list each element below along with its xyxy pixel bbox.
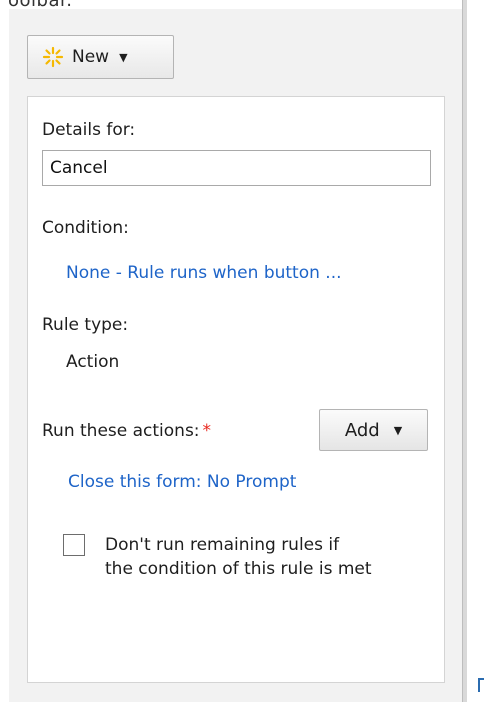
run-actions-text: Run these actions: bbox=[42, 421, 200, 441]
action-link[interactable]: Close this form: No Prompt bbox=[68, 472, 296, 492]
details-for-label: Details for: bbox=[42, 120, 136, 140]
chevron-down-icon: ▼ bbox=[393, 423, 403, 437]
sparkle-icon bbox=[42, 46, 64, 68]
chevron-down-icon: ▼ bbox=[119, 50, 128, 64]
rule-type-value: Action bbox=[66, 352, 120, 372]
checkbox-label-line1: Don't run remaining rules if bbox=[105, 535, 340, 555]
corner-mark-icon bbox=[478, 678, 484, 692]
condition-link[interactable]: None - Rule runs when button ... bbox=[66, 263, 342, 283]
condition-label: Condition: bbox=[42, 218, 129, 238]
new-rule-button[interactable]: New ▼ bbox=[27, 35, 174, 79]
checkbox-label: Don't run remaining rules if the conditi… bbox=[105, 533, 372, 581]
rule-type-label: Rule type: bbox=[42, 315, 129, 335]
run-actions-label: Run these actions: * bbox=[42, 421, 211, 441]
rule-name-input[interactable] bbox=[42, 150, 431, 186]
required-marker: * bbox=[202, 421, 212, 441]
new-button-label: New bbox=[72, 47, 110, 67]
pane-splitter[interactable] bbox=[462, 0, 467, 702]
add-button-label: Add bbox=[344, 419, 380, 441]
add-action-button[interactable]: Add ▼ bbox=[319, 409, 428, 451]
dont-run-remaining-checkbox[interactable] bbox=[63, 534, 85, 556]
checkbox-label-line2: the condition of this rule is met bbox=[105, 559, 372, 579]
